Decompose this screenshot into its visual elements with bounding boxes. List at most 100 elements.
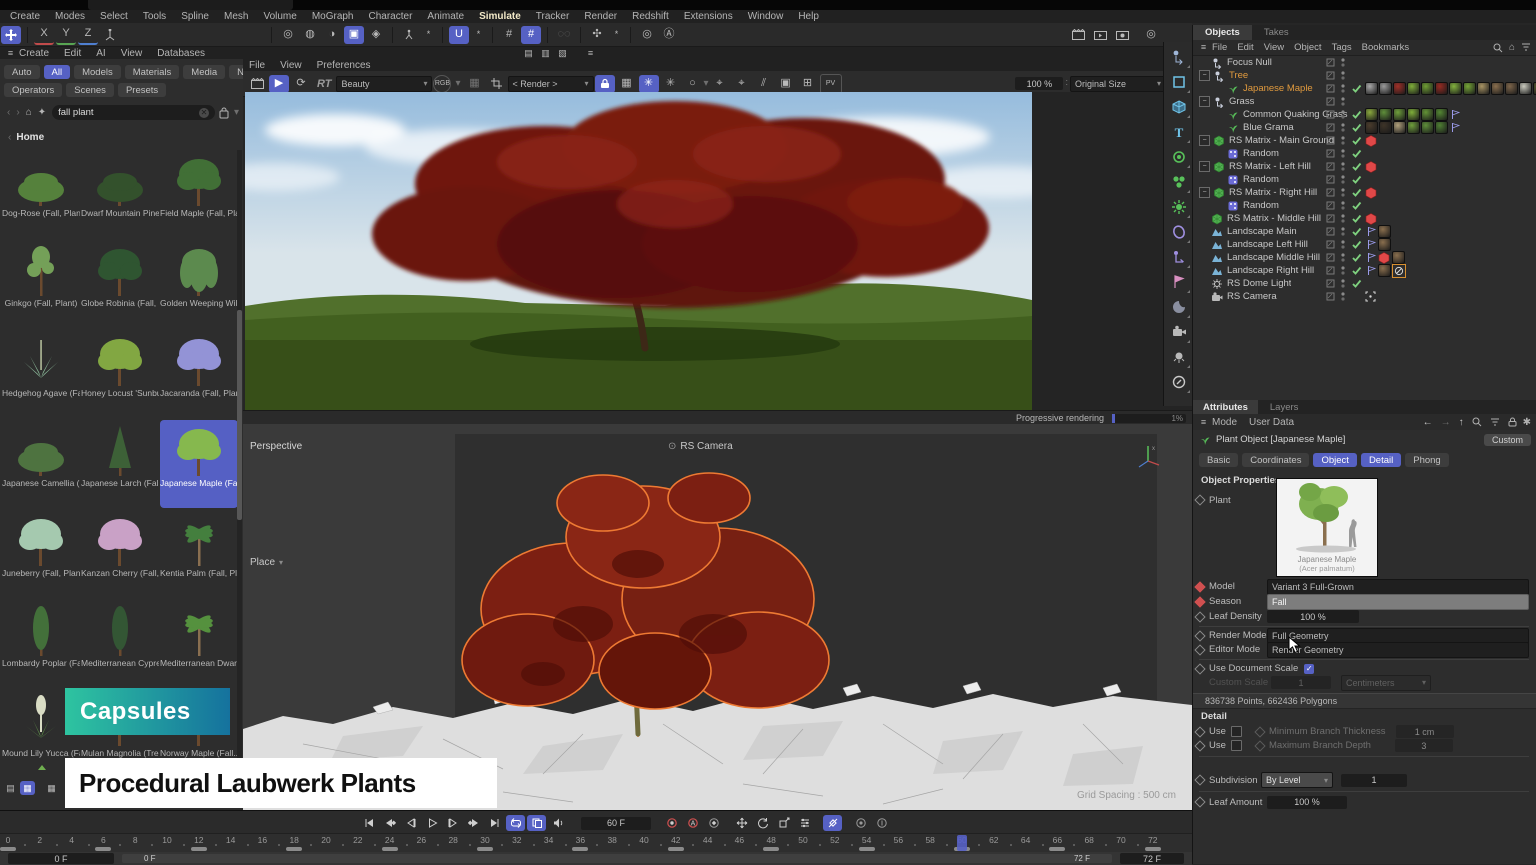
asset-item[interactable]: Field Maple (Fall, Plant) (160, 150, 238, 238)
visibility-dots[interactable] (1340, 213, 1346, 224)
layer-box-icon[interactable] (1326, 110, 1335, 119)
solo-animation-button[interactable] (851, 815, 870, 831)
lock-x-axis-button[interactable]: X (34, 25, 54, 45)
focus-a-icon[interactable]: ⌖ (710, 75, 730, 93)
object-row[interactable]: Random (1193, 173, 1536, 186)
enabled-check-icon[interactable] (1351, 122, 1362, 133)
material-tag[interactable] (1449, 82, 1462, 95)
record-keyframe-button[interactable] (662, 815, 681, 831)
season-dropdown[interactable]: Fall (1267, 594, 1529, 610)
asset-item[interactable]: Ginkgo (Fall, Plant) (2, 240, 80, 328)
leaf-density-diamond[interactable] (1194, 611, 1205, 622)
asset-item[interactable]: Japanese Larch (Fall, Pl... (81, 420, 159, 508)
render-zoom-field[interactable]: 100 % (1015, 77, 1063, 90)
max-branch-use-checkbox[interactable] (1231, 740, 1242, 751)
freeze-rt-icon[interactable]: ✳ (639, 75, 659, 93)
layer-box-icon[interactable] (1326, 188, 1335, 197)
enabled-check-icon[interactable] (1351, 239, 1362, 250)
range-end-field[interactable]: 72 F (1120, 853, 1184, 864)
filter-tab-presets[interactable]: Presets (118, 83, 166, 97)
breadcrumb-collapse-icon[interactable]: ‹ (8, 132, 11, 143)
object-name[interactable]: RS Camera (1227, 291, 1277, 302)
forward-icon[interactable]: › (16, 107, 19, 118)
channel-caret-icon[interactable]: ▾ (455, 78, 460, 89)
search-options-caret-icon[interactable]: ▾ (234, 107, 239, 118)
db-view-2-icon[interactable]: ▥ (538, 46, 553, 60)
lock-y-axis-button[interactable]: Y (56, 25, 76, 45)
annotation-flag-tag[interactable] (1367, 265, 1376, 276)
points-mode-icon[interactable]: ◍ (300, 26, 320, 44)
place-caret-icon[interactable]: ▾ (279, 558, 283, 567)
camera-label[interactable]: ⊙RS Camera (668, 441, 733, 452)
asset-item[interactable]: Globe Robinia (Fall, Pl... (81, 240, 159, 328)
object-name[interactable]: Landscape Left Hill (1227, 239, 1308, 250)
layer-box-icon[interactable] (1326, 123, 1335, 132)
material-tag[interactable] (1365, 121, 1378, 134)
om-menu-object[interactable]: Object (1294, 42, 1321, 53)
subdivision-diamond[interactable] (1194, 774, 1205, 785)
add-folder-icon[interactable]: ✦ (38, 107, 46, 118)
filter-tab-all[interactable]: All (44, 65, 71, 79)
cube-icon[interactable] (1167, 95, 1191, 119)
om-menu-bookmarks[interactable]: Bookmarks (1362, 42, 1410, 53)
object-row[interactable]: Landscape Right Hill (1193, 264, 1536, 277)
attr-forward-icon[interactable]: → (1441, 417, 1451, 428)
material-tag[interactable] (1378, 225, 1391, 238)
enabled-check-icon[interactable] (1351, 83, 1362, 94)
menu-volume[interactable]: Volume (263, 11, 296, 22)
layer-box-icon[interactable] (1326, 58, 1335, 67)
layer-box-icon[interactable] (1326, 214, 1335, 223)
object-row[interactable]: RS Dome Light (1193, 277, 1536, 290)
expand-toggle[interactable]: − (1199, 96, 1210, 107)
object-row[interactable]: RS Camera (1193, 290, 1536, 303)
keyframe-selection-button[interactable] (704, 815, 723, 831)
filter-tab-media[interactable]: Media (183, 65, 225, 79)
material-tag[interactable] (1379, 121, 1392, 134)
go-to-start-button[interactable] (359, 815, 378, 831)
annotation-flag-tag[interactable] (1367, 239, 1376, 250)
visibility-dots[interactable] (1340, 174, 1346, 185)
object-name[interactable]: Japanese Maple (1243, 83, 1313, 94)
asset-item[interactable]: Jacaranda (Fall, Plant) (160, 330, 238, 418)
visibility-dots[interactable] (1340, 291, 1346, 302)
attr-search-icon[interactable] (1472, 417, 1482, 427)
visibility-dots[interactable] (1340, 200, 1346, 211)
record-parameters-button[interactable] (795, 815, 814, 831)
expand-toggle[interactable]: − (1199, 161, 1210, 172)
view-small-grid-icon[interactable]: ▦ (44, 781, 59, 795)
tab-attributes[interactable]: Attributes (1193, 400, 1258, 414)
min-branch-use-checkbox[interactable] (1231, 726, 1242, 737)
panel-menu-icon[interactable]: ≡ (3, 46, 18, 60)
object-name[interactable]: RS Matrix - Middle Hill (1227, 213, 1321, 224)
menu-help[interactable]: Help (798, 11, 819, 22)
filter-tab-models[interactable]: Models (74, 65, 121, 79)
light-icon[interactable] (1167, 345, 1191, 369)
refresh-render-icon[interactable]: ⟳ (291, 75, 311, 93)
mirror-icon[interactable]: ◌◌ (554, 26, 574, 44)
layer-box-icon[interactable] (1326, 253, 1335, 262)
use-document-scale-checkbox[interactable]: ✓ (1304, 664, 1314, 674)
record-rotation-button[interactable] (753, 815, 772, 831)
playhead[interactable] (957, 835, 967, 851)
simulation-icon[interactable] (1167, 195, 1191, 219)
polygons-mode-icon[interactable]: ▣ (344, 26, 364, 44)
object-row[interactable]: Random (1193, 199, 1536, 212)
asset-item[interactable]: Dog-Rose (Fall, Plant) (2, 150, 80, 238)
layer-box-icon[interactable] (1326, 266, 1335, 275)
render-size-dropdown[interactable]: Original Size▾ (1070, 76, 1166, 92)
enabled-check-icon[interactable] (1351, 265, 1362, 276)
model-keyed-diamond[interactable] (1194, 581, 1205, 592)
object-name[interactable]: Random (1243, 200, 1279, 211)
asset-item[interactable]: Japanese Maple (Fall, ... (160, 420, 238, 508)
enabled-check-icon[interactable] (1351, 135, 1362, 146)
max-branch-use-diamond[interactable] (1194, 740, 1205, 751)
enabled-check-icon[interactable] (1351, 213, 1362, 224)
modeling-mode-icon[interactable]: ◎ (278, 26, 298, 44)
keyframe-marker[interactable] (572, 847, 588, 851)
menu-simulate[interactable]: Simulate (479, 11, 521, 22)
expand-toggle[interactable]: − (1199, 70, 1210, 81)
custom-button[interactable]: Custom (1484, 434, 1531, 446)
material-tag[interactable] (1435, 82, 1448, 95)
layer-box-icon[interactable] (1326, 279, 1335, 288)
plant-thumbnail[interactable]: Japanese Maple (Acer palmatum) (1276, 478, 1378, 577)
